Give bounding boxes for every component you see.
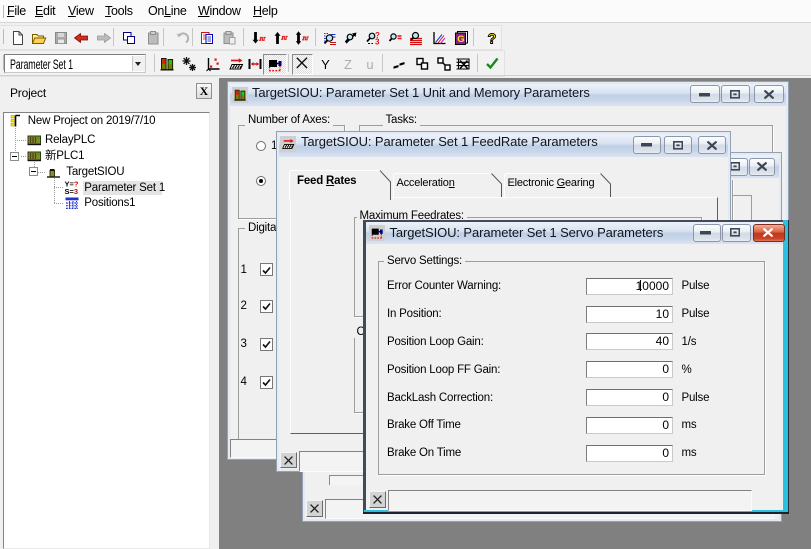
svg-text:S=3: S=3 [64,187,78,195]
